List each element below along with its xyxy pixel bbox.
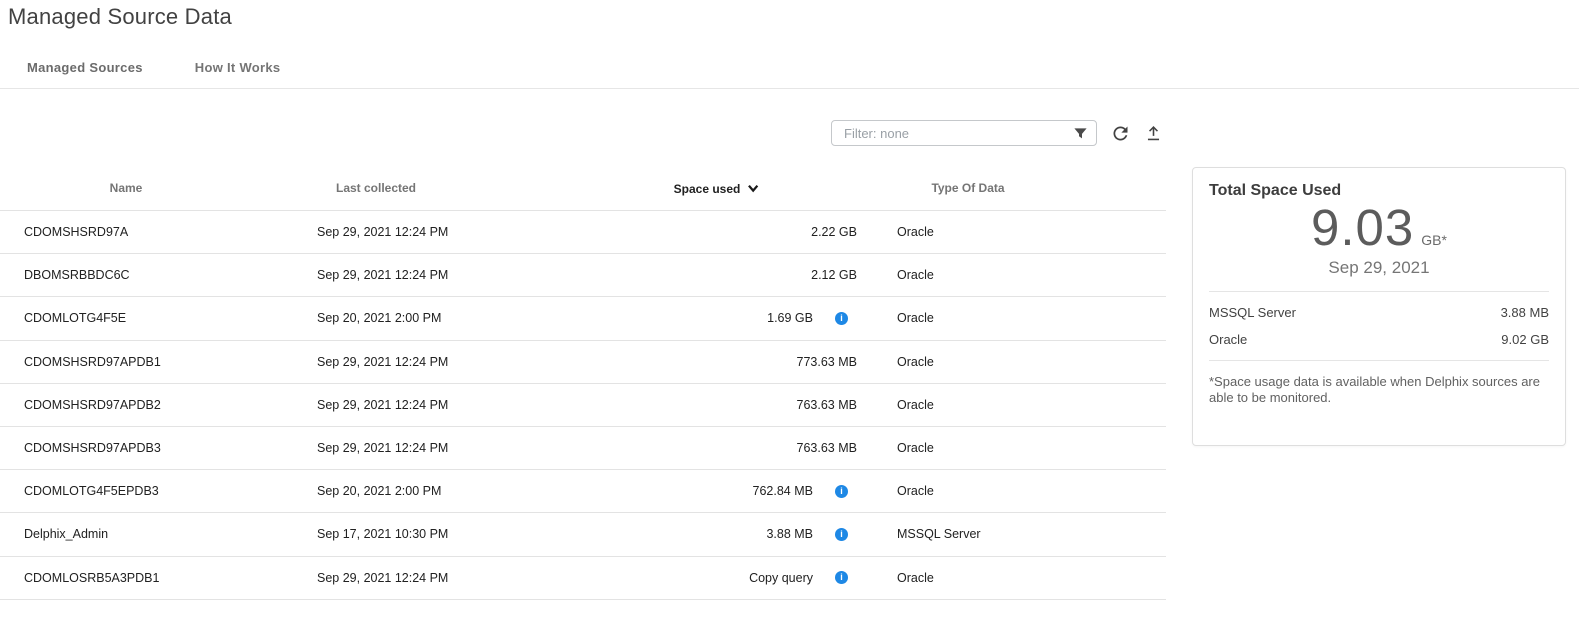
cell-last-collected: Sep 29, 2021 12:24 PM xyxy=(317,398,448,412)
cell-space-used: 763.63 MB xyxy=(620,384,857,426)
cell-last-collected: Sep 29, 2021 12:24 PM xyxy=(317,441,448,455)
table-row: Delphix_Admin Sep 17, 2021 10:30 PM 3.88… xyxy=(0,513,1166,556)
cell-space-used: 763.63 MB xyxy=(620,427,857,469)
tab-bar-divider xyxy=(0,88,1579,89)
breakdown-row-mssql: MSSQL Server 3.88 MB xyxy=(1209,305,1549,320)
cell-type-of-data: Oracle xyxy=(897,441,934,455)
total-space-value: 9.03 xyxy=(1311,199,1414,256)
column-header-space-used[interactable]: Space used xyxy=(674,181,761,196)
table-row: CDOMLOSRB5A3PDB1 Sep 29, 2021 12:24 PM C… xyxy=(0,557,1166,600)
cell-name: CDOMLOTG4F5E xyxy=(24,311,126,325)
breakdown-value: 3.88 MB xyxy=(1501,305,1549,320)
cell-last-collected: Sep 29, 2021 12:24 PM xyxy=(317,571,448,585)
cell-type-of-data: MSSQL Server xyxy=(897,527,981,541)
refresh-button[interactable] xyxy=(1107,120,1133,146)
space-used-value: 2.22 GB xyxy=(811,225,857,239)
cell-last-collected: Sep 17, 2021 10:30 PM xyxy=(317,527,448,541)
space-used-value: 773.63 MB xyxy=(797,355,857,369)
cell-last-collected: Sep 29, 2021 12:24 PM xyxy=(317,355,448,369)
total-space-used-panel: Total Space Used 9.03GB* Sep 29, 2021 MS… xyxy=(1192,167,1566,446)
cell-name: CDOMSHSRD97APDB1 xyxy=(24,355,161,369)
panel-divider-top xyxy=(1209,291,1549,292)
cell-type-of-data: Oracle xyxy=(897,355,934,369)
table-row: CDOMSHSRD97APDB1 Sep 29, 2021 12:24 PM 7… xyxy=(0,341,1166,384)
breakdown-value: 9.02 GB xyxy=(1501,332,1549,347)
info-icon[interactable]: i xyxy=(835,528,848,541)
cell-name: CDOMSHSRD97A xyxy=(24,225,128,239)
cell-last-collected: Sep 29, 2021 12:24 PM xyxy=(317,268,448,282)
total-space-unit: GB* xyxy=(1421,232,1447,248)
space-used-value: 2.12 GB xyxy=(811,268,857,282)
info-icon[interactable]: i xyxy=(835,571,848,584)
space-used-value: 762.84 MB xyxy=(753,484,813,498)
filter-box[interactable] xyxy=(831,120,1097,146)
cell-name: DBOMSRBBDC6C xyxy=(24,268,130,282)
column-header-name[interactable]: Name xyxy=(110,181,143,195)
table-row: CDOMSHSRD97A Sep 29, 2021 12:24 PM 2.22 … xyxy=(0,211,1166,254)
cell-space-used: 2.22 GB xyxy=(620,211,857,253)
filter-input[interactable] xyxy=(842,125,1073,142)
cell-name: CDOMLOTG4F5EPDB3 xyxy=(24,484,159,498)
space-used-value: 763.63 MB xyxy=(797,398,857,412)
filter-funnel-icon[interactable] xyxy=(1073,126,1088,141)
cell-type-of-data: Oracle xyxy=(897,398,934,412)
table-row: CDOMLOTG4F5E Sep 20, 2021 2:00 PM 1.69 G… xyxy=(0,297,1166,340)
table-row: DBOMSRBBDC6C Sep 29, 2021 12:24 PM 2.12 … xyxy=(0,254,1166,297)
total-space-value-row: 9.03 GB* xyxy=(1209,198,1549,257)
cell-last-collected: Sep 29, 2021 12:24 PM xyxy=(317,225,448,239)
cell-name: CDOMSHSRD97APDB2 xyxy=(24,398,161,412)
tab-how-it-works[interactable]: How It Works xyxy=(195,60,281,75)
cell-last-collected: Sep 20, 2021 2:00 PM xyxy=(317,311,441,325)
cell-space-used: 3.88 MB i xyxy=(620,513,857,555)
tab-bar: Managed Sources How It Works xyxy=(27,60,280,75)
column-header-last-collected[interactable]: Last collected xyxy=(336,181,416,195)
sort-desc-chevron-icon xyxy=(745,181,760,196)
table-row: CDOMLOTG4F5EPDB3 Sep 20, 2021 2:00 PM 76… xyxy=(0,470,1166,513)
info-icon[interactable]: i xyxy=(835,312,848,325)
cell-type-of-data: Oracle xyxy=(897,484,934,498)
space-used-value: 1.69 GB xyxy=(767,311,813,325)
space-used-value: 3.88 MB xyxy=(766,527,813,541)
table-header-row: Name Last collected Space used Type Of D… xyxy=(0,172,1166,211)
upload-icon xyxy=(1144,124,1163,143)
cell-space-used: 2.12 GB xyxy=(620,254,857,296)
table-body: CDOMSHSRD97A Sep 29, 2021 12:24 PM 2.22 … xyxy=(0,211,1166,600)
page-title: Managed Source Data xyxy=(8,4,232,30)
copy-query-button[interactable]: Copy query xyxy=(749,571,813,585)
breakdown-row-oracle: Oracle 9.02 GB xyxy=(1209,332,1549,347)
cell-type-of-data: Oracle xyxy=(897,268,934,282)
cell-name: CDOMLOSRB5A3PDB1 xyxy=(24,571,159,585)
table-row: CDOMSHSRD97APDB3 Sep 29, 2021 12:24 PM 7… xyxy=(0,427,1166,470)
breakdown-label: Oracle xyxy=(1209,332,1247,347)
cell-space-used: 773.63 MB xyxy=(620,341,857,383)
cell-type-of-data: Oracle xyxy=(897,571,934,585)
column-header-space-used-label: Space used xyxy=(674,182,741,196)
panel-divider-bottom xyxy=(1209,360,1549,361)
column-header-type-of-data[interactable]: Type Of Data xyxy=(931,181,1004,195)
managed-sources-table: Name Last collected Space used Type Of D… xyxy=(0,172,1166,600)
total-space-date: Sep 29, 2021 xyxy=(1209,258,1549,278)
refresh-icon xyxy=(1110,123,1131,144)
cell-space-used: 762.84 MB i xyxy=(620,470,857,512)
panel-footnote: *Space usage data is available when Delp… xyxy=(1209,374,1549,406)
cell-type-of-data: Oracle xyxy=(897,225,934,239)
cell-name: Delphix_Admin xyxy=(24,527,108,541)
cell-last-collected: Sep 20, 2021 2:00 PM xyxy=(317,484,441,498)
info-icon[interactable]: i xyxy=(835,485,848,498)
table-row: CDOMSHSRD97APDB2 Sep 29, 2021 12:24 PM 7… xyxy=(0,384,1166,427)
cell-space-used: 1.69 GB i xyxy=(620,297,857,339)
cell-type-of-data: Oracle xyxy=(897,311,934,325)
cell-name: CDOMSHSRD97APDB3 xyxy=(24,441,161,455)
tab-managed-sources[interactable]: Managed Sources xyxy=(27,60,143,75)
space-used-value: 763.63 MB xyxy=(797,441,857,455)
cell-space-used: Copy query i xyxy=(620,557,857,599)
breakdown-label: MSSQL Server xyxy=(1209,305,1296,320)
upload-button[interactable] xyxy=(1140,120,1166,146)
